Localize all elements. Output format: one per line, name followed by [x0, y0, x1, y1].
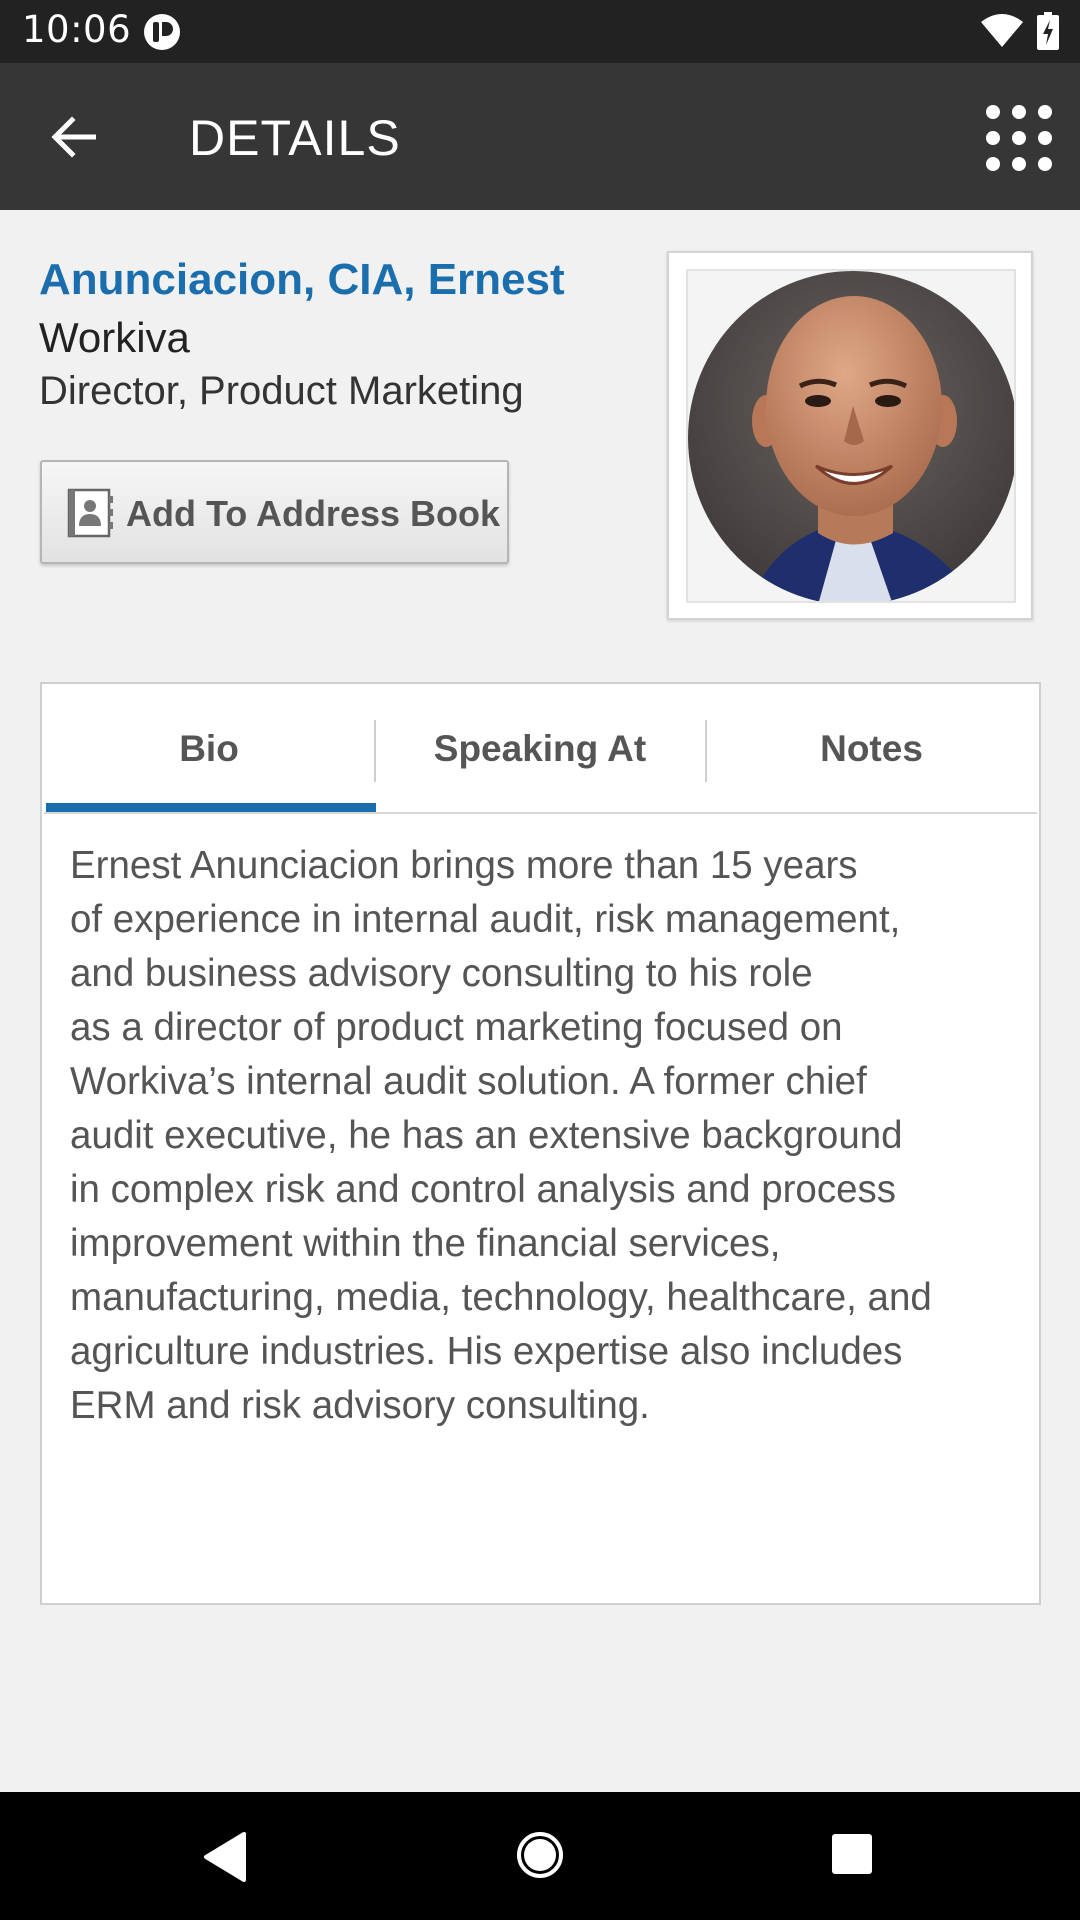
details-tab-panel: Bio Speaking At Notes Ernest Anunciacion…	[40, 682, 1041, 1605]
page-title: DETAILS	[189, 110, 401, 166]
tab-speaking-at[interactable]: Speaking At	[375, 684, 705, 814]
active-tab-indicator	[46, 803, 376, 812]
battery-charging-icon	[1037, 12, 1059, 50]
status-time: 10:06	[22, 8, 132, 51]
profile-position: Director, Product Marketing	[39, 369, 524, 413]
add-to-address-book-button[interactable]: Add To Address Book	[40, 460, 509, 564]
tab-bar: Bio Speaking At Notes	[44, 684, 1037, 814]
bio-line: Ernest Anunciacion brings more than 15 y…	[70, 844, 858, 887]
bio-line: ERM and risk advisory consulting.	[70, 1384, 650, 1427]
tab-bio[interactable]: Bio	[44, 684, 374, 814]
tab-notes[interactable]: Notes	[706, 684, 1037, 814]
profile-name: Anunciacion, CIA, Ernest	[39, 255, 565, 304]
nav-recents-icon[interactable]	[830, 1832, 874, 1876]
add-to-address-book-label: Add To Address Book	[126, 493, 501, 534]
bio-line: of experience in internal audit, risk ma…	[70, 898, 901, 941]
back-button[interactable]	[40, 106, 106, 168]
grid-dots-icon[interactable]	[984, 103, 1054, 173]
avatar-frame	[667, 251, 1033, 620]
bio-line: in complex risk and control analysis and…	[70, 1168, 897, 1211]
bio-line: as a director of product marketing focus…	[70, 1006, 843, 1049]
nav-back-icon[interactable]	[200, 1830, 250, 1884]
app-bar: DETAILS	[0, 63, 1080, 210]
bio-line: improvement within the financial service…	[70, 1222, 781, 1265]
profile-company: Workiva	[39, 314, 190, 361]
system-nav-bar	[0, 1792, 1080, 1920]
avatar-container	[686, 269, 1016, 603]
address-book-icon	[67, 488, 113, 538]
bio-line: and business advisory consulting to his …	[70, 952, 813, 995]
avatar	[688, 271, 1014, 601]
arrow-left-icon	[51, 116, 96, 158]
bio-line: audit executive, he has an extensive bac…	[70, 1114, 903, 1157]
bio-text: Ernest Anunciacion brings more than 15 y…	[70, 839, 1020, 1433]
notification-app-icon	[144, 14, 180, 50]
nav-home-icon[interactable]	[515, 1830, 565, 1880]
bio-line: manufacturing, media, technology, health…	[70, 1276, 932, 1319]
bio-line: Workiva’s internal audit solution. A for…	[70, 1060, 867, 1103]
wifi-icon	[981, 14, 1023, 47]
status-bar: 10:06	[0, 0, 1080, 63]
bio-line: agriculture industries. His expertise al…	[70, 1330, 903, 1373]
